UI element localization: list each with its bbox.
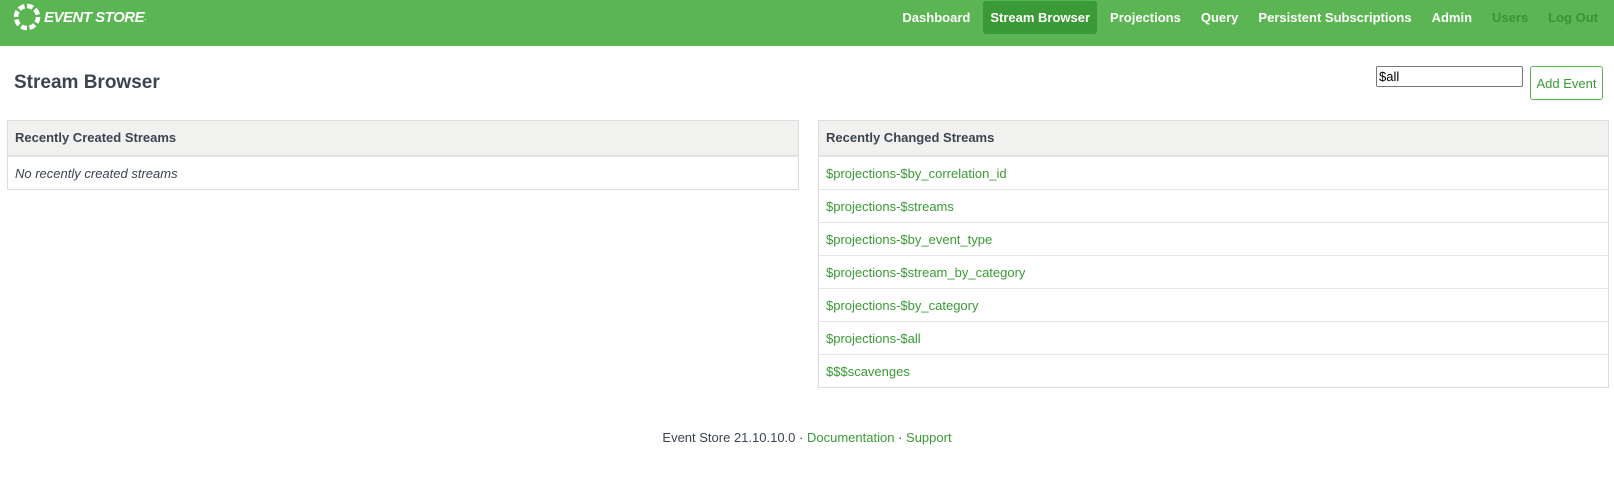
list-item: $projections-$by_event_type xyxy=(819,222,1608,255)
panel-header: Recently Created Streams xyxy=(8,121,798,156)
recently-changed-streams-panel: Recently Changed Streams $projections-$b… xyxy=(818,120,1609,388)
documentation-link[interactable]: Documentation xyxy=(807,430,894,445)
stream-link[interactable]: $projections-$streams xyxy=(826,199,954,214)
stream-link[interactable]: $projections-$stream_by_category xyxy=(826,265,1025,280)
eventstore-logo[interactable]: EVENT STORE . xyxy=(13,2,147,32)
footer: Event Store 21.10.10.0 · Documentation ·… xyxy=(0,430,1614,445)
recently-created-streams-panel: Recently Created Streams No recently cre… xyxy=(7,120,799,190)
main-nav: Dashboard Stream Browser Projections Que… xyxy=(895,1,1614,34)
eventstore-ring-logo-icon xyxy=(13,3,41,31)
empty-state: No recently created streams xyxy=(8,156,798,189)
stream-link[interactable]: $projections-$by_category xyxy=(826,298,978,313)
nav-log-out[interactable]: Log Out xyxy=(1541,1,1605,34)
stream-link[interactable]: $projections-$by_correlation_id xyxy=(826,166,1007,181)
nav-users[interactable]: Users xyxy=(1485,1,1535,34)
version-text: Event Store 21.10.10.0 xyxy=(662,430,796,445)
footer-separator: · xyxy=(799,430,804,445)
panel-header: Recently Changed Streams xyxy=(819,121,1608,156)
nav-admin[interactable]: Admin xyxy=(1425,1,1479,34)
nav-query[interactable]: Query xyxy=(1194,1,1246,34)
list-item: $projections-$all xyxy=(819,321,1608,354)
stream-link[interactable]: $projections-$all xyxy=(826,331,921,346)
nav-projections[interactable]: Projections xyxy=(1103,1,1188,34)
list-item: $projections-$stream_by_category xyxy=(819,255,1608,288)
nav-dashboard[interactable]: Dashboard xyxy=(895,1,977,34)
support-link[interactable]: Support xyxy=(906,430,952,445)
stream-link[interactable]: $$$scavenges xyxy=(826,364,910,379)
list-item: $projections-$by_correlation_id xyxy=(819,156,1608,189)
nav-stream-browser[interactable]: Stream Browser xyxy=(983,1,1098,34)
logo-text: EVENT STORE xyxy=(44,8,145,26)
page-title: Stream Browser xyxy=(14,72,160,93)
list-item: $$$scavenges xyxy=(819,354,1608,387)
logo-dot: . xyxy=(144,12,147,22)
nav-persistent-subscriptions[interactable]: Persistent Subscriptions xyxy=(1251,1,1418,34)
list-item: $projections-$streams xyxy=(819,189,1608,222)
footer-separator: · xyxy=(898,430,903,445)
top-navbar: EVENT STORE . Dashboard Stream Browser P… xyxy=(0,0,1614,46)
stream-link[interactable]: $projections-$by_event_type xyxy=(826,232,992,247)
add-event-button[interactable]: Add Event xyxy=(1530,66,1603,100)
list-item: $projections-$by_category xyxy=(819,288,1608,321)
stream-search-input[interactable] xyxy=(1376,66,1523,87)
